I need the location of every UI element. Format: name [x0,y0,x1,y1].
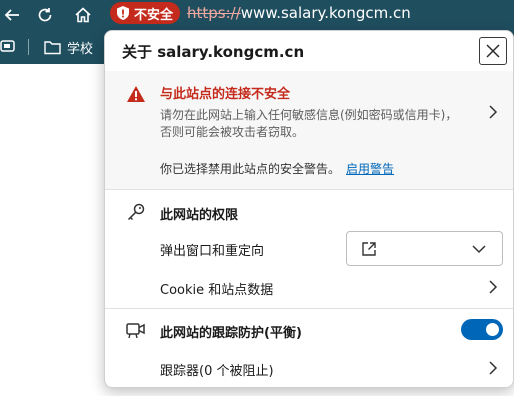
url-scheme: https:// [187,4,241,22]
chevron-right-icon[interactable] [488,105,498,119]
refresh-icon [38,8,52,22]
tracking-prevention-toggle[interactable] [461,319,503,340]
warning-desc-line1: 请勿在此网站上输入任何敏感信息(例如密码或信用卡)， [160,108,458,122]
warning-description: 请勿在此网站上输入任何敏感信息(例如密码或信用卡)， 否则可能会被攻击者窃取。 [160,107,485,141]
divider [105,189,513,190]
disabled-note-text: 你已选择禁用此站点的安全警告。 [160,162,341,176]
tracking-camera-icon [126,323,145,339]
chevron-right-icon[interactable] [488,280,498,294]
popup-header: 关于 salary.kongcm.cn [105,31,513,71]
bookmark-collections[interactable] [0,38,16,54]
collections-icon [0,40,15,52]
popups-redirects-label: 弹出窗口和重定向 [160,244,265,259]
close-button[interactable] [479,37,507,65]
back-button[interactable] [0,3,24,27]
popups-permission-select[interactable] [346,231,503,266]
tracking-prevention-title: 此网站的跟踪防护(平衡) [160,326,302,341]
chevron-right-icon[interactable] [488,361,498,375]
cookie-site-data-label[interactable]: Cookie 和站点数据 [160,279,273,298]
connection-warning-section[interactable]: 与此站点的连接不安全 请勿在此网站上输入任何敏感信息(例如密码或信用卡)， 否则… [105,71,513,189]
bookmark-label: 学校 [67,42,94,57]
back-arrow-icon [4,9,19,21]
open-external-icon [362,242,376,256]
chevron-down-icon [472,245,486,254]
folder-icon [44,41,61,55]
divider [105,308,513,309]
warning-desc-line2: 否则可能会被攻击者窃取。 [160,125,305,139]
warning-disabled-note: 你已选择禁用此站点的安全警告。 启用警告 [160,160,394,177]
site-security-button[interactable]: 不安全 [110,2,180,24]
shield-warning-icon [117,6,129,20]
close-icon [486,44,500,58]
home-icon [75,7,91,23]
security-status-label: 不安全 [134,7,174,23]
warning-triangle-icon [127,86,145,102]
enable-warnings-link[interactable]: 启用警告 [346,162,394,176]
bookmark-separator [28,39,29,55]
site-info-popup: 关于 salary.kongcm.cn 与此站点的连接不安全 请勿在此网站上输入… [104,30,514,388]
home-button[interactable] [71,3,95,27]
browser-toolbar: 不安全 https://www.salary.kongcm.cn [0,0,514,30]
url-host: www.salary.kongcm.cn [240,4,411,22]
permissions-title: 此网站的权限 [160,208,239,223]
bookmark-folder-school[interactable]: 学校 [44,38,93,57]
warning-title: 与此站点的连接不安全 [160,87,291,102]
popup-title: 关于 salary.kongcm.cn [122,43,305,61]
toggle-knob [486,323,499,336]
trackers-label[interactable]: 跟踪器(0 个被阻止) [160,360,274,379]
refresh-button[interactable] [33,3,57,27]
key-icon [127,203,145,221]
address-bar[interactable]: https://www.salary.kongcm.cn [187,4,411,22]
